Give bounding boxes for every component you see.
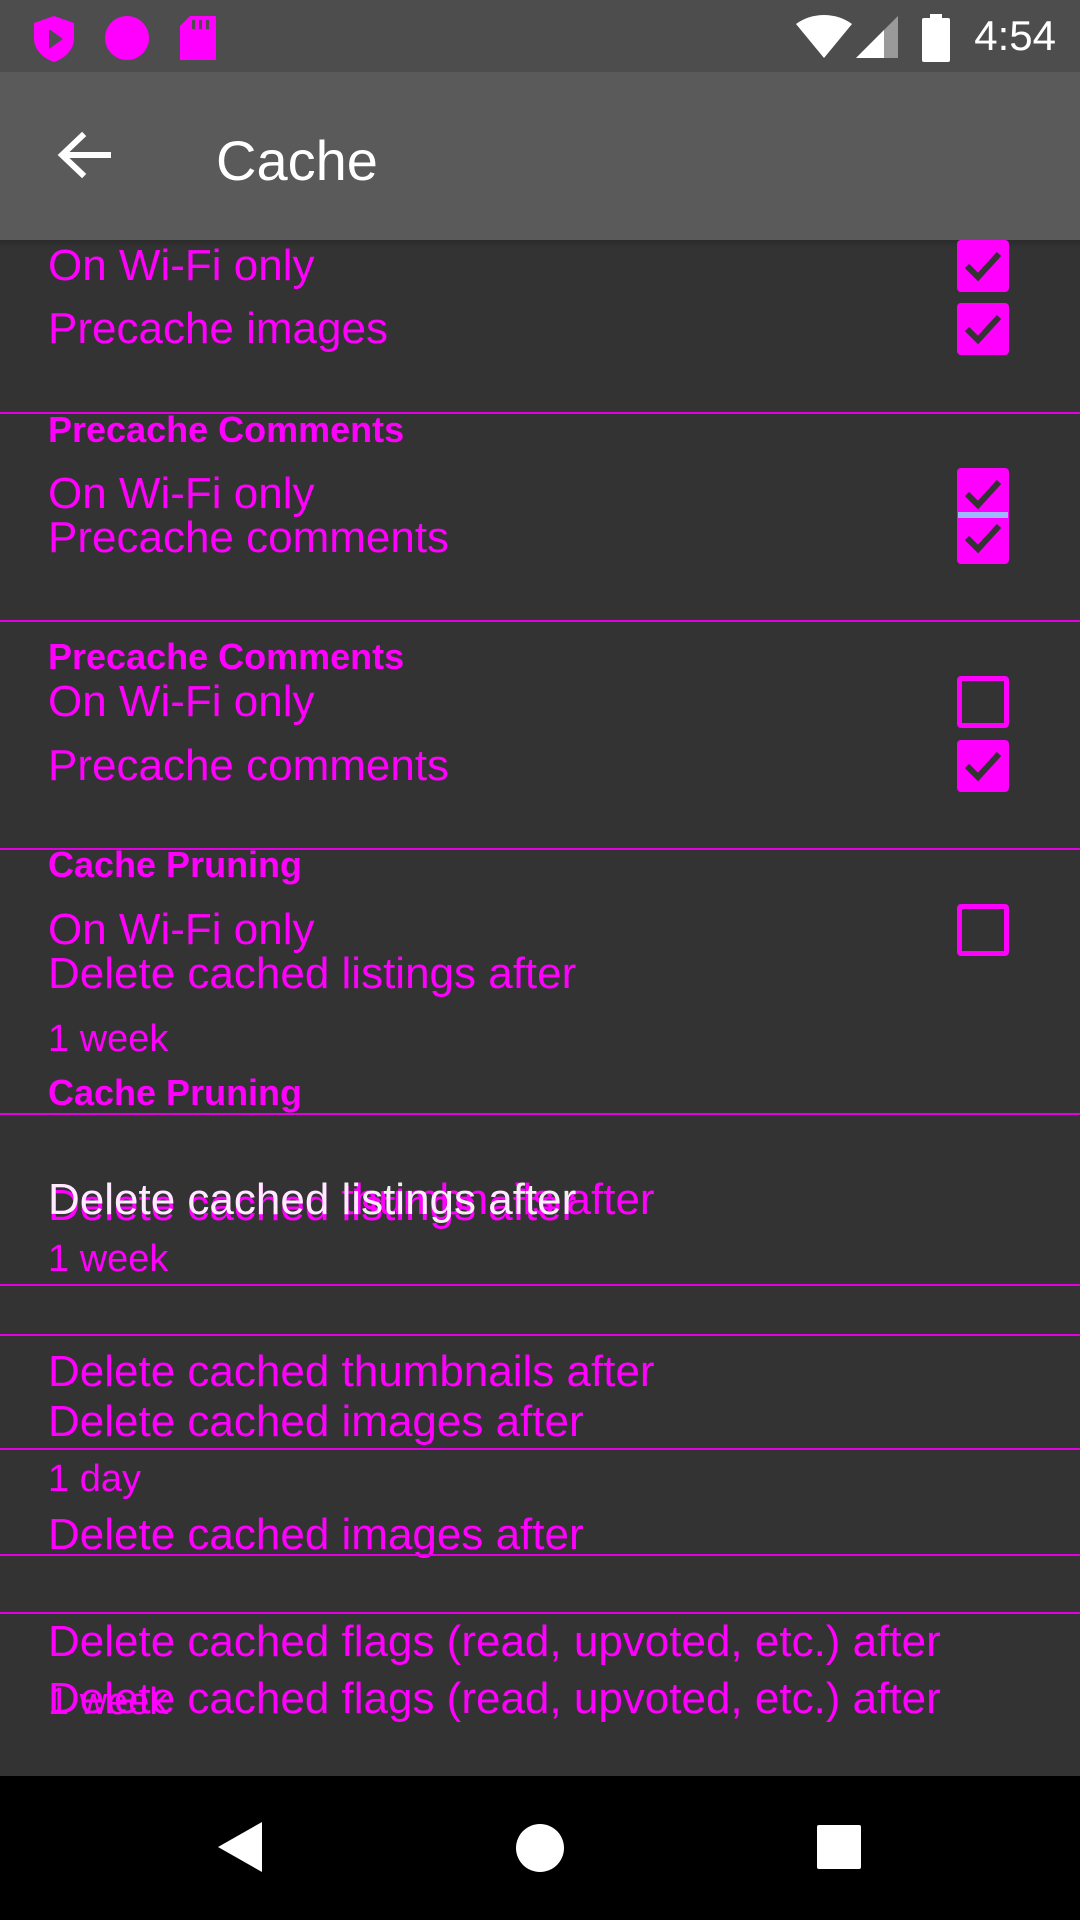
check-icon	[964, 314, 1002, 345]
wifi-only-title: On Wi-Fi only	[48, 469, 315, 518]
delete-images-title: Delete cached images after	[48, 1397, 584, 1446]
delete-thumbnails-summary: 1 day	[48, 1458, 141, 1500]
page-title: Cache	[216, 129, 378, 192]
circle-icon	[105, 16, 149, 60]
divider	[0, 1334, 1080, 1336]
divider	[0, 1554, 1080, 1556]
battery-icon	[922, 14, 950, 62]
precache-comments-checkbox[interactable]	[957, 512, 1009, 564]
delete-listings-summary: 1 week	[48, 1018, 169, 1060]
arrow-back-icon[interactable]	[56, 130, 112, 180]
precache-comments-category: Precache Comments	[48, 409, 405, 450]
precache-comments-category: Precache Comments	[48, 636, 405, 677]
nav-back-icon[interactable]	[214, 1820, 264, 1874]
app-bar: Cache	[0, 72, 1080, 240]
precache-images-checkbox[interactable]	[957, 303, 1009, 355]
wifi-only-checkbox[interactable]	[957, 676, 1009, 728]
check-icon	[964, 479, 1002, 510]
wifi-only-title: On Wi-Fi only	[48, 905, 315, 954]
nav-home-icon[interactable]	[514, 1822, 566, 1874]
delete-flags-title: Delete cached flags (read, upvoted, etc.…	[48, 1674, 941, 1723]
sd-card-icon	[180, 16, 216, 60]
precache-comments-checkbox[interactable]	[957, 740, 1009, 792]
focus-indicator	[958, 512, 1008, 518]
wifi-only-title: On Wi-Fi only	[48, 677, 315, 726]
signal-icon	[856, 16, 898, 58]
delete-listings-title: Delete cached listings after	[48, 949, 577, 998]
shield-play-icon	[34, 16, 74, 62]
divider	[0, 620, 1080, 622]
divider	[0, 1448, 1080, 1450]
precache-images-title: Precache images	[48, 304, 388, 353]
wifi-only-title: On Wi-Fi only	[48, 241, 315, 290]
delete-images-title: Delete cached images after	[48, 1510, 584, 1559]
status-bar: 4:54	[0, 0, 1080, 72]
check-icon	[964, 751, 1002, 782]
wifi-only-checkbox[interactable]	[957, 240, 1009, 292]
precache-comments-title: Precache comments	[48, 741, 450, 790]
divider	[0, 1284, 1080, 1286]
divider	[0, 1612, 1080, 1614]
wifi-only-checkbox[interactable]	[957, 904, 1009, 956]
navigation-bar	[0, 1776, 1080, 1920]
settings-list[interactable]: On Wi-Fi only Precache images Precache C…	[0, 240, 1080, 1776]
precache-comments-title: Precache comments	[48, 513, 450, 562]
wifi-icon	[796, 15, 852, 58]
delete-listings-title-pressed: Delete cached listings after	[48, 1175, 577, 1224]
cache-pruning-category: Cache Pruning	[48, 844, 303, 885]
divider	[0, 1113, 1080, 1115]
check-icon	[964, 523, 1002, 554]
nav-recents-icon[interactable]	[816, 1824, 862, 1870]
cache-pruning-category: Cache Pruning	[48, 1072, 303, 1113]
delete-flags-title: Delete cached flags (read, upvoted, etc.…	[48, 1617, 941, 1666]
delete-listings-summary: 1 week	[48, 1238, 169, 1280]
delete-thumbnails-title: Delete cached thumbnails after	[48, 1347, 655, 1396]
status-time: 4:54	[974, 12, 1056, 59]
check-icon	[964, 251, 1002, 282]
